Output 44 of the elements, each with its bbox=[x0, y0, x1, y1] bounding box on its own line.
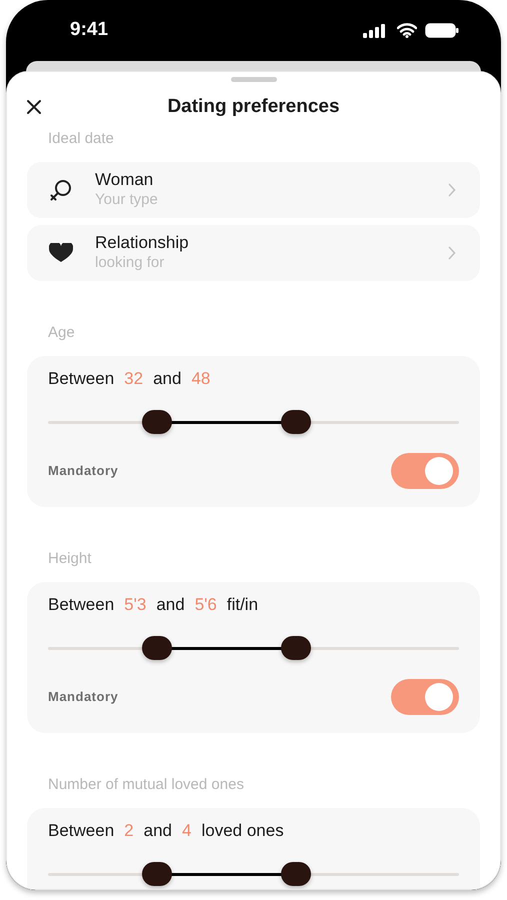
slider-thumb[interactable] bbox=[142, 636, 172, 660]
slider-thumb[interactable] bbox=[142, 410, 172, 434]
row-title: Woman bbox=[95, 170, 154, 190]
range-value: 4 bbox=[182, 820, 192, 842]
range-text: and bbox=[156, 594, 185, 616]
range-value: 32 bbox=[124, 368, 144, 390]
mandatory-label: Mandatory bbox=[48, 688, 118, 706]
row-subtitle: Your type bbox=[95, 190, 159, 210]
chevron-icon bbox=[448, 183, 456, 197]
preference-row[interactable]: Relationship looking for bbox=[27, 225, 480, 281]
section-label: Height bbox=[47, 549, 92, 569]
range-text: fit/in bbox=[226, 594, 258, 616]
range-value: 5'6 bbox=[194, 594, 217, 616]
chevron-icon bbox=[448, 246, 456, 260]
mandatory-label: Mandatory bbox=[48, 462, 118, 480]
row-subtitle: looking for bbox=[95, 253, 166, 273]
close-icon bbox=[26, 99, 42, 115]
drag-handle[interactable] bbox=[230, 77, 276, 82]
wifi-icon bbox=[397, 23, 417, 38]
range-text: Between bbox=[48, 820, 114, 842]
range-value: 48 bbox=[191, 368, 210, 390]
sheet-title: Dating preferences bbox=[167, 94, 340, 119]
range-text: Between bbox=[48, 594, 114, 616]
battery-icon bbox=[425, 23, 459, 38]
range-text: and bbox=[153, 368, 182, 390]
range-value: 2 bbox=[124, 820, 134, 842]
range-text: loved ones bbox=[201, 820, 284, 842]
heart-icon bbox=[49, 243, 73, 263]
female-symbol-icon bbox=[49, 179, 73, 201]
row-title: Relationship bbox=[95, 233, 190, 253]
mandatory-toggle[interactable] bbox=[391, 453, 459, 489]
section-label: Ideal date bbox=[47, 129, 115, 149]
preference-row[interactable]: Woman Your type bbox=[27, 162, 480, 218]
slider-thumb[interactable] bbox=[281, 410, 312, 434]
range-text: Between bbox=[48, 368, 114, 390]
range-value: 5'3 bbox=[124, 594, 146, 616]
status-time: 9:41 bbox=[70, 18, 108, 42]
section-label: Number of mutual loved ones bbox=[47, 775, 245, 795]
section-label: Age bbox=[47, 323, 76, 343]
slider-thumb[interactable] bbox=[281, 636, 312, 660]
mandatory-toggle[interactable] bbox=[391, 679, 459, 715]
range-text: and bbox=[144, 820, 172, 842]
slider-thumb[interactable] bbox=[281, 862, 312, 886]
slider-thumb[interactable] bbox=[142, 862, 172, 886]
